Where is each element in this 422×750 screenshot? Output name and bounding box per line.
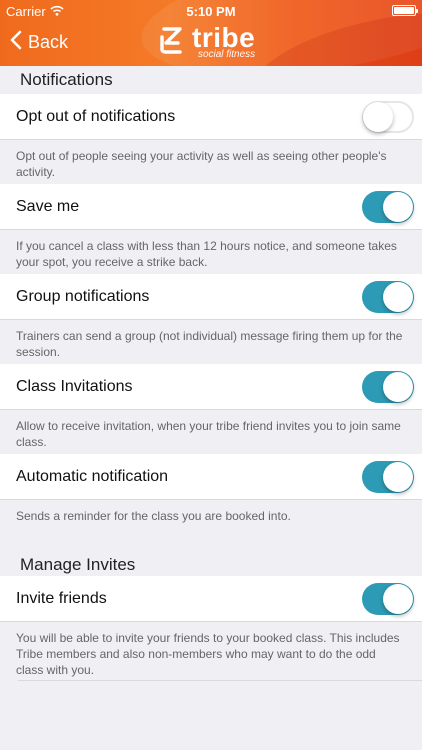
chevron-left-icon [10,30,22,55]
logo-name: tribe [192,22,256,53]
setting-row-invite-friends: Invite friends [0,576,422,622]
setting-row-opt-out: Opt out of notifications [0,94,422,140]
setting-row-group-notifications: Group notifications [0,274,422,320]
setting-description: Allow to receive invitation, when your t… [16,419,401,449]
setting-description: You will be able to invite your friends … [16,631,400,677]
setting-row-automatic-notification: Automatic notification [0,454,422,500]
back-label: Back [28,32,69,52]
back-button[interactable]: Back [10,30,68,55]
setting-label: Group notifications [16,287,150,305]
setting-description: Sends a reminder for the class you are b… [16,509,291,523]
setting-label: Invite friends [16,589,107,607]
invite-friends-toggle[interactable] [362,582,414,615]
status-bar: Carrier 5:10 PM [0,0,422,22]
toggle-knob [383,371,413,402]
setting-label: Save me [16,197,80,215]
group-notifications-toggle[interactable] [362,280,414,313]
setting-label: Automatic notification [16,467,169,485]
setting-row-save-me: Save me [0,184,422,230]
divider [18,680,422,681]
setting-label: Class Invitations [16,377,133,395]
class-invitations-toggle[interactable] [362,370,414,403]
app-logo: tribe social fitness [158,24,255,60]
tribe-logo-icon [158,25,186,60]
setting-description: Trainers can send a group (not individua… [16,329,403,359]
save-me-toggle[interactable] [362,190,414,223]
logo-tagline: social fitness [197,49,256,60]
section-header-manage-invites: Manage Invites [20,555,136,574]
automatic-notification-toggle[interactable] [362,460,414,493]
toggle-knob [363,101,393,132]
setting-description: Opt out of people seeing your activity a… [16,149,387,179]
section-header-notifications: Notifications [20,70,113,89]
toggle-knob [383,281,413,312]
toggle-knob [383,461,413,492]
opt-out-toggle[interactable] [362,100,414,133]
nav-header: Carrier 5:10 PM Back tribe social fitnes… [0,0,422,66]
status-time: 5:10 PM [186,4,236,19]
settings-list: Notifications Opt out of notifications O… [0,66,422,681]
setting-label: Opt out of notifications [16,107,176,125]
setting-row-class-invitations: Class Invitations [0,364,422,410]
toggle-knob [383,583,413,614]
battery-icon [392,5,418,16]
setting-description: If you cancel a class with less than 12 … [16,239,397,269]
toggle-knob [383,191,413,222]
